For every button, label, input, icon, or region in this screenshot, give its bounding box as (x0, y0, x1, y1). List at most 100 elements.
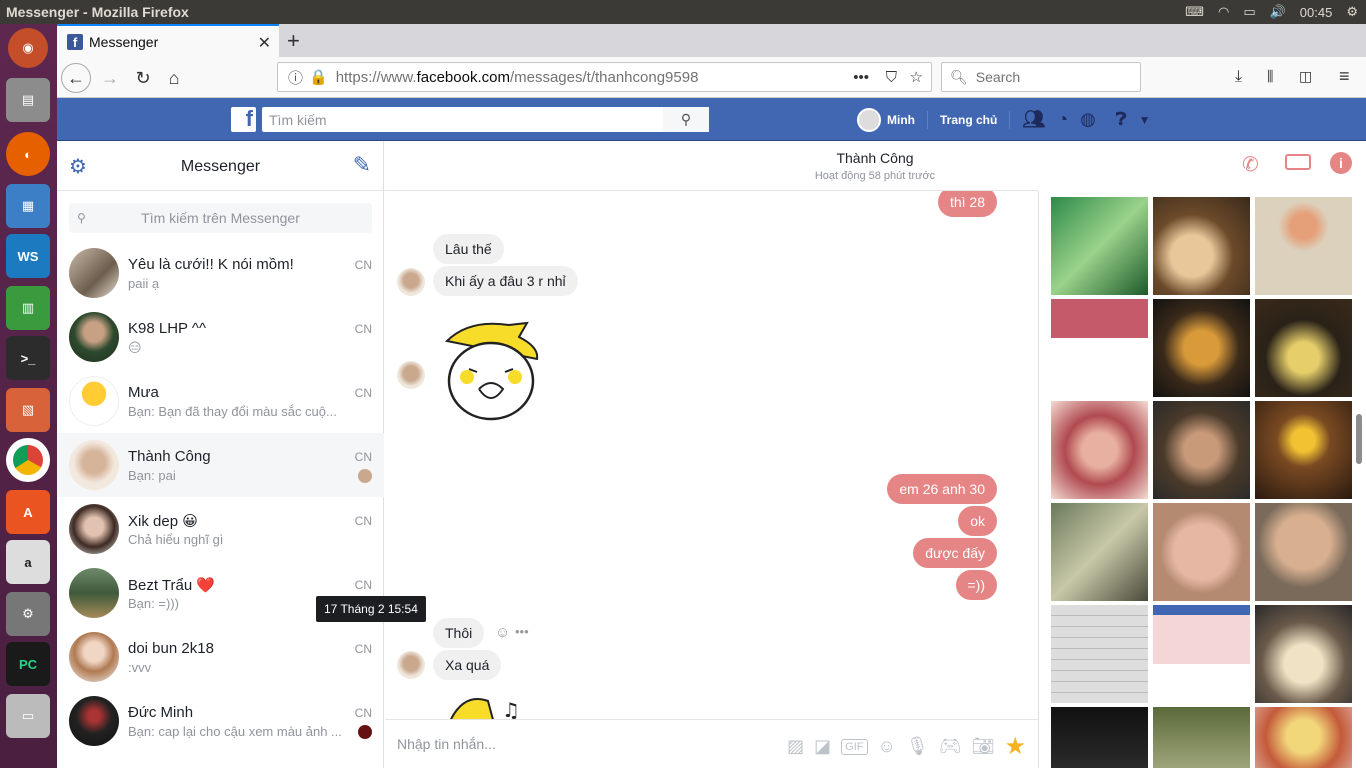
forward-button[interactable]: → (95, 63, 125, 93)
downloads-icon[interactable]: ⤓ (1235, 68, 1242, 86)
wifi-icon[interactable]: ◠ (1218, 4, 1229, 20)
conversation-item[interactable]: Yêu là cưới!! K nói mồm! paii ạ CN (57, 241, 384, 305)
message-bubble-incoming[interactable]: Xa quá (433, 650, 502, 680)
sticker-icon[interactable]: ◪ (814, 736, 831, 757)
shared-photo[interactable] (1153, 299, 1250, 397)
software-center-icon[interactable]: A (6, 490, 50, 534)
conversation-item[interactable]: Mưa Bạn: Bạn đã thay đổi màu sắc cuộ... … (57, 369, 384, 433)
page-actions-icon[interactable]: ••• (853, 69, 869, 86)
files-icon[interactable]: ▤ (6, 78, 50, 122)
menu-icon[interactable]: ≡ (1339, 66, 1350, 87)
shared-photo[interactable] (1255, 707, 1352, 768)
message-input[interactable]: Nhập tin nhắn... (397, 736, 496, 752)
back-button[interactable]: ← (61, 63, 91, 93)
profile-avatar[interactable] (857, 107, 881, 132)
system-settings-icon[interactable]: ⚙ (6, 592, 50, 636)
shared-photo[interactable] (1153, 197, 1250, 295)
camera-icon[interactable]: 📷︎ (972, 736, 995, 757)
shared-photo[interactable] (1255, 605, 1352, 703)
firefox-icon[interactable]: ◐ (6, 132, 50, 176)
message-bubble-outgoing[interactable]: được đấy (913, 538, 997, 568)
sticker-music-image[interactable]: ♫ (440, 691, 550, 719)
new-message-icon[interactable]: ✎ (353, 152, 371, 178)
shared-photo[interactable] (1153, 503, 1250, 601)
battery-icon[interactable]: ▭ (1243, 4, 1255, 20)
shared-photo[interactable] (1051, 299, 1148, 397)
shared-photo[interactable] (1153, 707, 1250, 768)
game-icon[interactable]: 🎮︎ (939, 736, 962, 757)
volume-icon[interactable]: 🔊 (1270, 4, 1286, 20)
contact-name[interactable]: Thành Công (385, 150, 1365, 166)
webstorm-icon[interactable]: WS (6, 234, 50, 278)
page-scrollbar[interactable] (1356, 414, 1362, 464)
message-bubble-outgoing[interactable]: thì 28 (937, 191, 997, 217)
conversation-item-selected[interactable]: Thành Công Bạn: pai CN (57, 433, 384, 497)
browser-search-input[interactable]: 🔍︎ Search (941, 62, 1141, 92)
conversation-item[interactable]: Xik dep 😀 Chả hiểu nghĩ gì CN (57, 497, 384, 561)
more-options-icon[interactable]: ••• (515, 624, 529, 639)
impress-icon[interactable]: ▧ (6, 388, 50, 432)
url-bar[interactable]: ⓘ 🔒 https://www. facebook.com/messages/t/… (277, 62, 932, 92)
writer-icon[interactable]: ▦ (6, 184, 50, 228)
message-bubble-incoming[interactable]: Lâu thế (433, 234, 504, 264)
keyboard-icon[interactable]: ⌨ (1185, 4, 1204, 20)
settings-gear-icon[interactable]: ⚙ (1346, 4, 1358, 20)
tab-messenger[interactable]: f Messenger ✕ (57, 24, 279, 57)
shared-photo[interactable] (1255, 503, 1352, 601)
home-button[interactable]: ⌂ (159, 63, 189, 93)
calc-icon[interactable]: ▥ (6, 286, 50, 330)
call-icon[interactable]: ✆ (1242, 152, 1259, 177)
video-call-icon[interactable] (1285, 154, 1311, 170)
facebook-search-button[interactable]: ⚲ (663, 107, 709, 132)
friend-requests-icon[interactable]: 👥︎ (1022, 109, 1045, 130)
sidebar-toggle-icon[interactable]: ◫ (1299, 68, 1312, 85)
facebook-search-input[interactable]: Tìm kiếm ⚲ (262, 107, 709, 132)
profile-name[interactable]: Minh (887, 113, 915, 127)
message-bubble-outgoing[interactable]: ok (958, 506, 997, 536)
message-bubble-incoming[interactable]: Thôi (433, 618, 485, 648)
ubuntu-dash-icon[interactable]: ◉ (8, 28, 48, 68)
facebook-logo-icon[interactable]: f (231, 106, 256, 132)
close-tab-icon[interactable]: ✕ (258, 33, 271, 53)
shared-photo[interactable] (1051, 503, 1148, 601)
shared-photo[interactable] (1255, 401, 1352, 499)
conversation-item[interactable]: K98 LHP ^^ 😑 CN (57, 305, 384, 369)
messenger-search-input[interactable]: ⚲ Tìm kiếm trên Messenger (69, 203, 372, 233)
sticker-cat-image[interactable] (439, 319, 549, 424)
notifications-globe-icon[interactable]: ◍ (1080, 109, 1096, 130)
library-icon[interactable]: ⫼ (1267, 68, 1273, 85)
shared-photo[interactable] (1051, 197, 1148, 295)
pycharm-icon[interactable]: PC (6, 642, 50, 686)
shared-photo[interactable] (1153, 401, 1250, 499)
conversation-item[interactable]: doi bun 2k18 :vvv CN (57, 625, 384, 689)
reload-button[interactable]: ↻ (128, 63, 158, 93)
drive-icon[interactable]: ▭ (6, 694, 50, 738)
pocket-icon[interactable]: ⛉ (886, 69, 897, 86)
chrome-icon[interactable] (6, 438, 50, 482)
message-bubble-outgoing[interactable]: em 26 anh 30 (887, 474, 997, 504)
emoji-icon[interactable]: ☺ (878, 736, 896, 757)
conversation-item[interactable]: Đức Minh Bạn: cap lại cho cậu xem màu ản… (57, 689, 384, 753)
clock[interactable]: 00:45 (1300, 5, 1333, 20)
help-icon[interactable]: ❓︎ (1116, 109, 1127, 130)
shared-photo[interactable] (1051, 605, 1148, 703)
info-icon[interactable]: i (1330, 152, 1352, 174)
shared-photo[interactable] (1153, 605, 1250, 703)
home-link[interactable]: Trang chủ (940, 113, 997, 127)
amazon-icon[interactable]: a (6, 540, 50, 584)
microphone-icon[interactable]: 🎙︎ (906, 736, 929, 757)
image-icon[interactable]: ▨ (787, 736, 804, 757)
message-bubble-incoming[interactable]: Khi ấy a đâu 3 r nhỉ (433, 266, 578, 296)
shared-photo[interactable] (1051, 401, 1148, 499)
messenger-icon[interactable]: ◔ (1057, 109, 1068, 130)
shared-photo[interactable] (1255, 299, 1352, 397)
shared-photo[interactable] (1255, 197, 1352, 295)
info-icon[interactable]: ⓘ (288, 67, 303, 88)
react-emoji-icon[interactable]: ☺ (495, 624, 510, 641)
bookmark-star-icon[interactable]: ☆ (910, 68, 923, 86)
gif-icon[interactable]: GIF (841, 738, 868, 755)
shared-photo[interactable] (1051, 707, 1148, 768)
terminal-icon[interactable]: >_ (6, 336, 50, 380)
account-dropdown-icon[interactable]: ▼ (1139, 113, 1151, 127)
lock-icon[interactable]: 🔒 (309, 68, 328, 86)
